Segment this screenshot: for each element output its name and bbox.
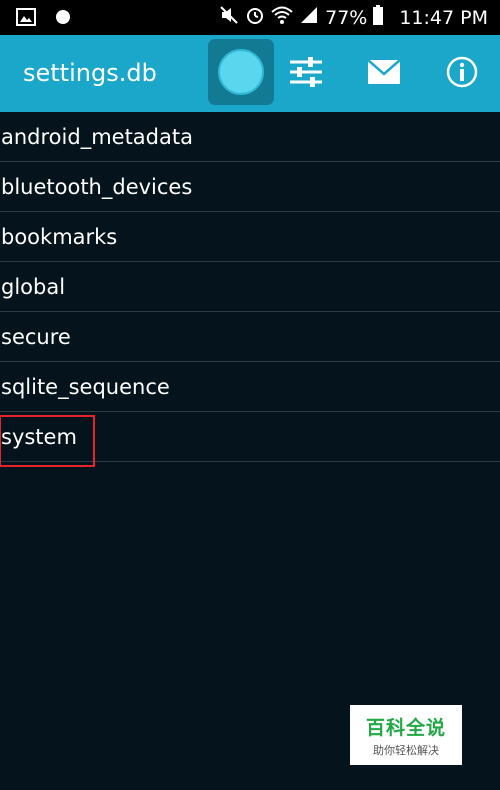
clock: 11:47 PM — [399, 6, 488, 29]
list-item[interactable]: sqlite_sequence — [0, 362, 500, 412]
status-bar: 77% 11:47 PM — [0, 0, 500, 35]
highlight-box — [0, 415, 95, 467]
fab-button[interactable] — [208, 39, 274, 105]
mail-icon — [367, 58, 401, 89]
wifi-icon — [271, 5, 293, 30]
watermark-subtitle: 助你轻松解决 — [373, 743, 439, 757]
gallery-icon — [16, 8, 36, 30]
sliders-button[interactable] — [284, 35, 328, 112]
table-list: android_metadata bluetooth_devices bookm… — [0, 112, 500, 467]
battery-percent: 77% — [325, 6, 368, 29]
list-item-label: bluetooth_devices — [1, 174, 193, 199]
list-item-label: bookmarks — [1, 224, 118, 249]
record-icon — [54, 8, 72, 30]
list-item[interactable]: global — [0, 262, 500, 312]
list-item[interactable]: secure — [0, 312, 500, 362]
list-item[interactable]: bluetooth_devices — [0, 162, 500, 212]
info-icon — [446, 56, 478, 92]
list-item-label: android_metadata — [1, 124, 193, 149]
mail-button[interactable] — [362, 35, 406, 112]
list-item-label: global — [1, 274, 66, 299]
list-item-label: secure — [1, 324, 71, 349]
sliders-icon — [288, 55, 324, 93]
watermark-title: 百科全说 — [365, 716, 446, 739]
watermark-logo: 百科全说 助你轻松解决 — [350, 705, 462, 765]
info-button[interactable] — [440, 35, 484, 112]
list-item[interactable]: bookmarks — [0, 212, 500, 262]
list-item[interactable]: android_metadata — [0, 112, 500, 162]
list-item-system[interactable]: system — [0, 412, 500, 467]
app-toolbar: settings.db — [0, 35, 500, 112]
battery-icon — [373, 5, 384, 30]
list-item-label: sqlite_sequence — [1, 374, 170, 399]
alarm-icon — [245, 5, 265, 30]
status-left-icons — [16, 8, 72, 30]
signal-icon — [299, 5, 319, 30]
mute-icon — [219, 5, 239, 30]
fab-circle-icon — [218, 49, 264, 95]
status-right-icons: 77% 11:47 PM — [219, 0, 488, 35]
page-title: settings.db — [23, 59, 157, 87]
